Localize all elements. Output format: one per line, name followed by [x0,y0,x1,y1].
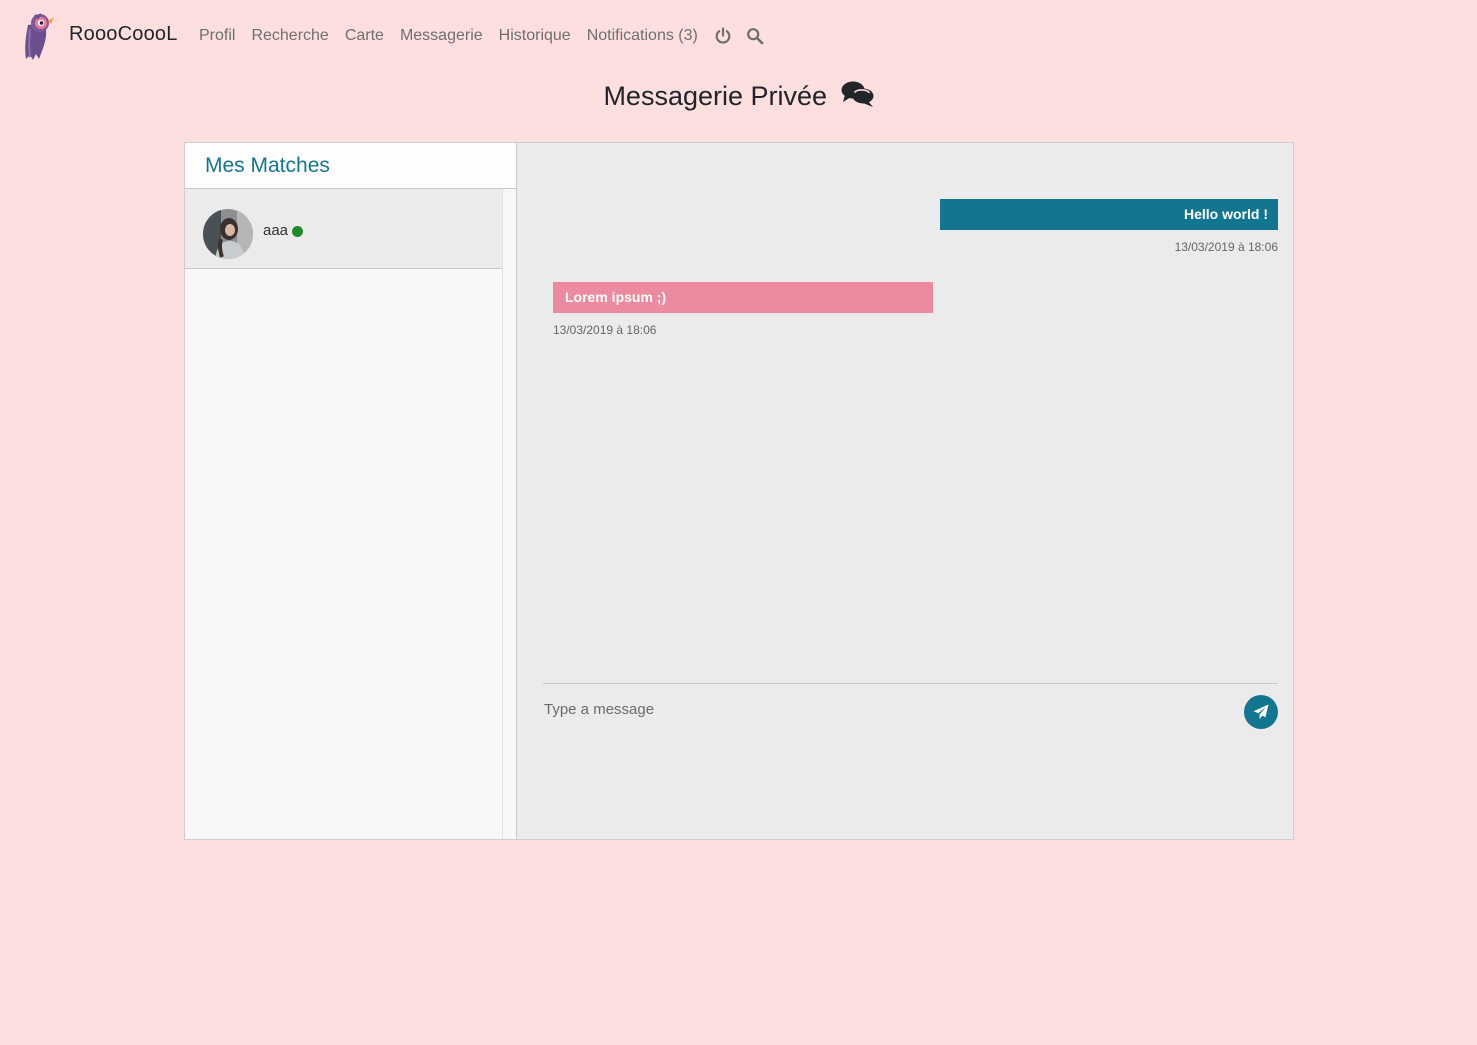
brand-logo-icon[interactable] [20,13,56,61]
matches-list[interactable]: aaa [185,189,503,839]
match-list-item[interactable]: aaa [185,189,502,269]
conversation-panel: Hello world ! 13/03/2019 à 18:06 Lorem i… [517,143,1293,839]
message-timestamp: 13/03/2019 à 18:06 [1174,240,1278,254]
chat-container: Mes Matches aaa Hello world ! 13/03/2019… [184,142,1294,840]
search-icon[interactable] [746,27,764,45]
match-name: aaa [263,222,289,239]
nav-link-recherche[interactable]: Recherche [251,27,328,45]
nav-menu: Profil Recherche Carte Messagerie Histor… [199,27,778,45]
nav-link-messagerie[interactable]: Messagerie [400,27,483,45]
send-button[interactable] [1244,695,1278,729]
nav-link-historique[interactable]: Historique [499,27,571,45]
outgoing-message: Hello world ! [940,199,1278,230]
comments-icon [841,80,874,108]
page-title: Messagerie Privée [0,80,1477,112]
matches-header: Mes Matches [185,143,516,189]
message-timestamp: 13/03/2019 à 18:06 [553,323,657,337]
avatar[interactable] [203,209,253,259]
nav-link-notifications[interactable]: Notifications (3) [587,27,698,45]
brand-name[interactable]: RoooCoooL [69,23,178,46]
message-composer [543,683,1278,744]
nav-link-profil[interactable]: Profil [199,27,235,45]
navbar: RoooCoooL Profil Recherche Carte Message… [0,0,1477,72]
page-title-text: Messagerie Privée [603,81,828,111]
power-icon[interactable] [714,27,732,45]
paper-plane-icon [1252,703,1270,721]
matches-sidebar: Mes Matches aaa [185,143,517,839]
message-input[interactable] [543,694,1224,724]
incoming-message: Lorem ipsum ;) [553,282,933,313]
nav-link-carte[interactable]: Carte [345,27,384,45]
online-status-indicator [292,226,303,237]
